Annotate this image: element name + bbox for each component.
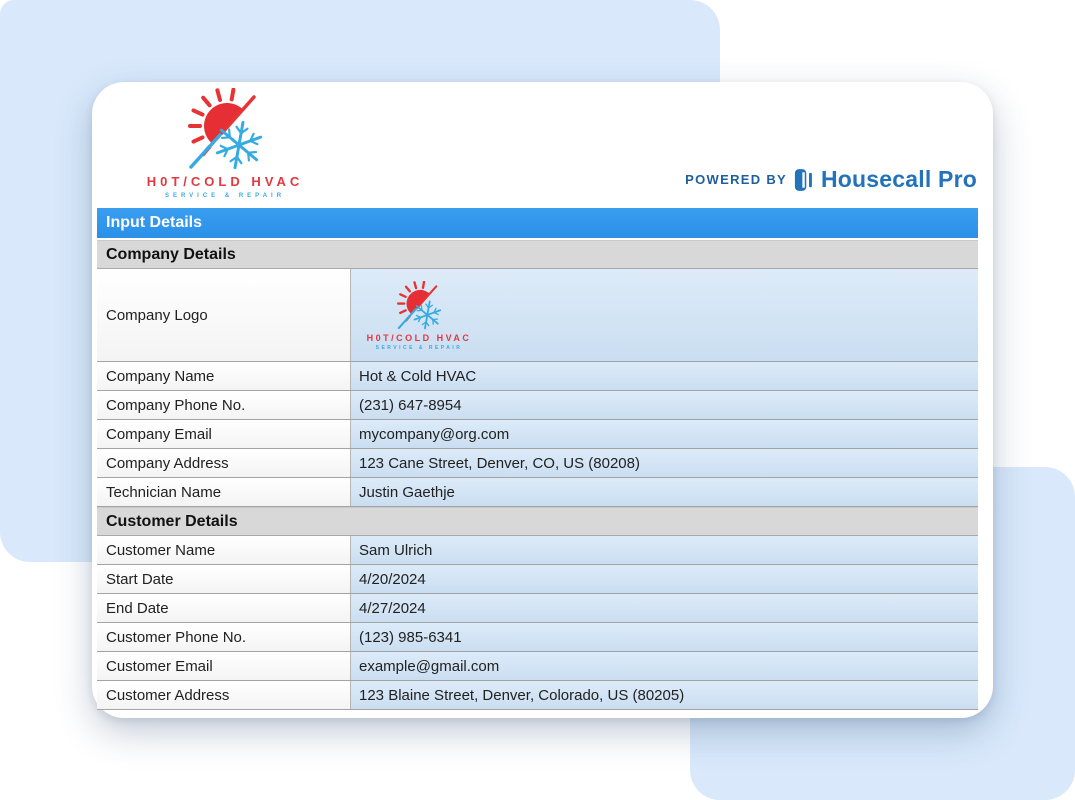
row-label: Company Name [97,362,351,390]
row-value: example@gmail.com [351,652,978,680]
row-value: 123 Cane Street, Denver, CO, US (80208) [351,449,978,477]
table-row-start-date: Start Date 4/20/2024 [97,565,978,594]
row-label: Start Date [97,565,351,593]
table-row-company-logo: Company Logo H0T/COLD HVAC SERVICE & REP… [97,269,978,362]
housecall-pro-icon [794,168,814,192]
row-label: Customer Phone No. [97,623,351,651]
table-row-company-phone: Company Phone No. (231) 647-8954 [97,391,978,420]
powered-by-brand-text: Housecall Pro [821,166,977,193]
row-label: Company Logo [97,269,351,361]
company-logo-tagline: SERVICE & REPAIR [376,345,463,351]
table-row-company-email: Company Email mycompany@org.com [97,420,978,449]
company-logo-text: H0T/COLD HVAC [367,333,472,343]
row-label: Technician Name [97,478,351,506]
table-row-customer-name: Customer Name Sam Ulrich [97,536,978,565]
table-row-company-name: Company Name Hot & Cold HVAC [97,362,978,391]
row-label: Company Email [97,420,351,448]
table-row-customer-email: Customer Email example@gmail.com [97,652,978,681]
row-value: 123 Blaine Street, Denver, Colorado, US … [351,681,978,709]
row-value: 4/27/2024 [351,594,978,622]
table-row-company-address: Company Address 123 Cane Street, Denver,… [97,449,978,478]
row-value: mycompany@org.com [351,420,978,448]
powered-by-label: POWERED BY [685,172,787,187]
row-value: (231) 647-8954 [351,391,978,419]
input-details-header: Input Details [97,208,978,238]
company-logo-cell: H0T/COLD HVAC SERVICE & REPAIR [359,280,479,351]
table-row-customer-phone: Customer Phone No. (123) 985-6341 [97,623,978,652]
row-value: 4/20/2024 [351,565,978,593]
row-value: Justin Gaethje [351,478,978,506]
row-value: Hot & Cold HVAC [351,362,978,390]
customer-details-header: Customer Details [97,507,978,536]
company-brand-logo: H0T/COLD HVAC SERVICE & REPAIR [130,88,320,199]
details-table: Input Details Company Details Company Lo… [97,208,978,710]
table-row-customer-address: Customer Address 123 Blaine Street, Denv… [97,681,978,710]
company-details-header: Company Details [97,240,978,269]
row-value: H0T/COLD HVAC SERVICE & REPAIR [351,269,978,361]
row-label: Customer Address [97,681,351,709]
hvac-sun-snowflake-icon [389,281,449,331]
row-value: (123) 985-6341 [351,623,978,651]
row-label: End Date [97,594,351,622]
powered-by-branding: POWERED BY Housecall Pro [685,166,977,193]
company-logo-text: H0T/COLD HVAC [147,174,303,189]
hvac-sun-snowflake-icon [175,88,275,172]
table-row-end-date: End Date 4/27/2024 [97,594,978,623]
row-label: Customer Name [97,536,351,564]
row-label: Company Phone No. [97,391,351,419]
company-logo-tagline: SERVICE & REPAIR [165,193,285,199]
document-card: H0T/COLD HVAC SERVICE & REPAIR POWERED B… [92,82,993,718]
row-label: Company Address [97,449,351,477]
row-value: Sam Ulrich [351,536,978,564]
table-row-technician-name: Technician Name Justin Gaethje [97,478,978,507]
page-background: H0T/COLD HVAC SERVICE & REPAIR POWERED B… [0,0,1075,800]
row-label: Customer Email [97,652,351,680]
